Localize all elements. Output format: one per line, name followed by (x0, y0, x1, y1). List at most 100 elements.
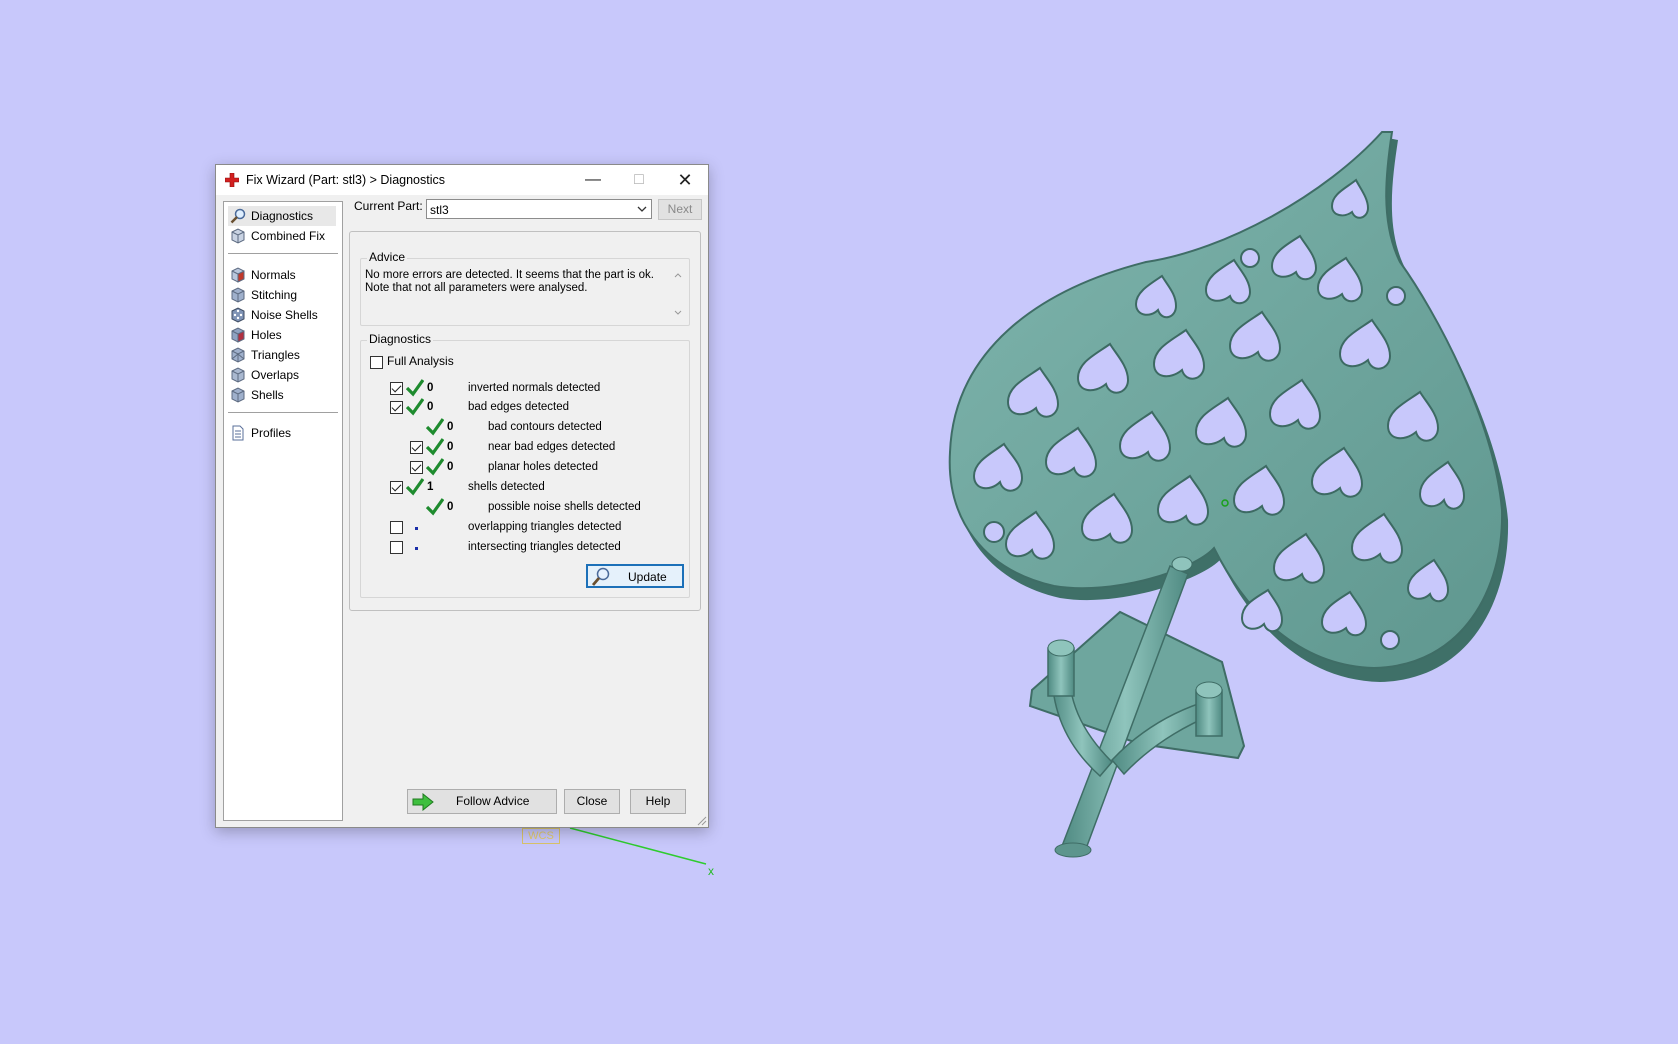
diag-row-label: bad edges detected (468, 401, 570, 413)
follow-advice-label: Follow Advice (456, 794, 530, 808)
sidebar-item-label: Combined Fix (251, 229, 326, 243)
sidebar-item-label: Noise Shells (251, 308, 318, 322)
diag-row-label: overlapping triangles detected (468, 521, 622, 533)
full-analysis-label: Full Analysis (387, 354, 454, 368)
help-button[interactable]: Help (630, 789, 686, 814)
magnifier-icon (230, 208, 246, 224)
diag-row-label: inverted normals detected (468, 382, 601, 394)
sidebar-item-label: Triangles (251, 348, 300, 362)
current-part-value: stl3 (430, 203, 449, 217)
diag-row-count: 0 (447, 421, 454, 433)
diag-row-count: 0 (427, 382, 434, 394)
check-ok-icon (426, 438, 444, 456)
update-label: Update (628, 570, 667, 584)
close-button[interactable]: Close (564, 789, 620, 814)
stand-stem (1047, 556, 1223, 858)
diag-row-checkbox[interactable] (410, 461, 423, 474)
not-run-dot-icon (415, 527, 418, 530)
sidebar-item-label: Diagnostics (251, 209, 314, 223)
sidebar-divider (228, 253, 338, 255)
diagnostics-legend: Diagnostics (367, 332, 434, 346)
current-part-select[interactable]: stl3 (426, 199, 652, 219)
minimize-button[interactable]: — (570, 165, 616, 195)
spade-model[interactable] (948, 131, 1509, 858)
sidebar-item-stitching[interactable]: Stitching (228, 285, 336, 305)
current-part-label: Current Part: (354, 199, 423, 213)
check-ok-icon (426, 418, 444, 436)
sidebar-item-holes[interactable]: Holes (228, 325, 336, 345)
cube-icon (231, 287, 245, 303)
sidebar-item-combined-fix[interactable]: Combined Fix (228, 226, 336, 246)
sidebar-item-normals[interactable]: Normals (228, 265, 336, 285)
sidebar-item-label: Shells (251, 388, 284, 402)
check-ok-icon (406, 478, 424, 496)
sidebar-item-diagnostics[interactable]: Diagnostics (228, 206, 336, 226)
sidebar-item-label: Stitching (251, 288, 298, 302)
chevron-down-icon (637, 206, 647, 212)
diagnostics-group: Diagnostics Full Analysis 0 inverted nor… (360, 332, 690, 598)
advice-group: Advice No more errors are detected. It s… (360, 250, 690, 326)
diag-row-count: 1 (427, 481, 434, 493)
cube-icon (231, 367, 245, 383)
sidebar: Diagnostics Combined Fix Normals Stitchi… (223, 201, 343, 821)
cube-red-face-icon (231, 267, 245, 283)
document-icon (232, 425, 244, 441)
diag-row-count: 0 (447, 461, 454, 473)
diag-row-checkbox[interactable] (390, 481, 403, 494)
resize-grip-icon[interactable] (695, 814, 707, 826)
magnifier-icon (591, 567, 610, 586)
sidebar-divider (228, 412, 338, 414)
close-window-button[interactable]: ✕ (662, 165, 708, 195)
sidebar-item-label: Holes (251, 328, 282, 342)
sidebar-item-label: Normals (251, 268, 296, 282)
advice-scrollbar[interactable] (671, 269, 685, 319)
sidebar-item-shells[interactable]: Shells (228, 385, 336, 405)
check-ok-icon (426, 498, 444, 516)
diag-row-checkbox[interactable] (410, 441, 423, 454)
follow-advice-button[interactable]: Follow Advice (407, 789, 557, 814)
diag-row-label: bad contours detected (488, 421, 602, 433)
arrow-right-icon (412, 793, 434, 811)
sidebar-item-overlaps[interactable]: Overlaps (228, 365, 336, 385)
diag-row-checkbox[interactable] (390, 521, 403, 534)
cube-icon (231, 228, 245, 244)
sidebar-item-noise-shells[interactable]: Noise Shells (228, 305, 336, 325)
update-button[interactable]: Update (586, 564, 684, 588)
diag-row-count: 0 (427, 401, 434, 413)
cube-icon (231, 387, 245, 403)
check-ok-icon (406, 398, 424, 416)
sidebar-item-profiles[interactable]: Profiles (228, 423, 336, 443)
axis-x-line (569, 827, 707, 865)
diag-row-count: 0 (447, 441, 454, 453)
sidebar-item-label: Overlaps (251, 368, 300, 382)
diag-row-label: near bad edges detected (488, 441, 616, 453)
dice-icon (231, 307, 245, 323)
diag-row-label: shells detected (468, 481, 545, 493)
window-title: Fix Wizard (Part: stl3) > Diagnostics (246, 173, 446, 187)
next-button[interactable]: Next (658, 199, 702, 220)
check-ok-icon (406, 379, 424, 397)
diag-row-checkbox[interactable] (390, 382, 403, 395)
title-bar[interactable]: Fix Wizard (Part: stl3) > Diagnostics — … (216, 165, 708, 195)
diag-row-checkbox[interactable] (390, 401, 403, 414)
diag-row-checkbox[interactable] (390, 541, 403, 554)
cube-hole-icon (231, 327, 245, 343)
check-ok-icon (426, 458, 444, 476)
advice-text: No more errors are detected. It seems th… (365, 269, 665, 317)
diag-row-count: 0 (447, 501, 454, 513)
full-analysis-checkbox[interactable] (370, 356, 383, 369)
wcs-label: WCS (522, 828, 560, 844)
red-cross-icon (225, 173, 239, 187)
sidebar-item-label: Profiles (251, 426, 292, 440)
diag-row-label: planar holes detected (488, 461, 598, 473)
cube-icon (231, 347, 245, 363)
advice-legend: Advice (367, 250, 408, 264)
diag-row-label: intersecting triangles detected (468, 541, 621, 553)
maximize-button[interactable]: □ (616, 165, 662, 195)
diagnostics-panel: Advice No more errors are detected. It s… (349, 231, 701, 611)
not-run-dot-icon (415, 547, 418, 550)
axis-x-label: x (708, 864, 714, 878)
fix-wizard-dialog: Fix Wizard (Part: stl3) > Diagnostics — … (215, 164, 709, 828)
diag-row-label: possible noise shells detected (488, 501, 641, 513)
sidebar-item-triangles[interactable]: Triangles (228, 345, 336, 365)
